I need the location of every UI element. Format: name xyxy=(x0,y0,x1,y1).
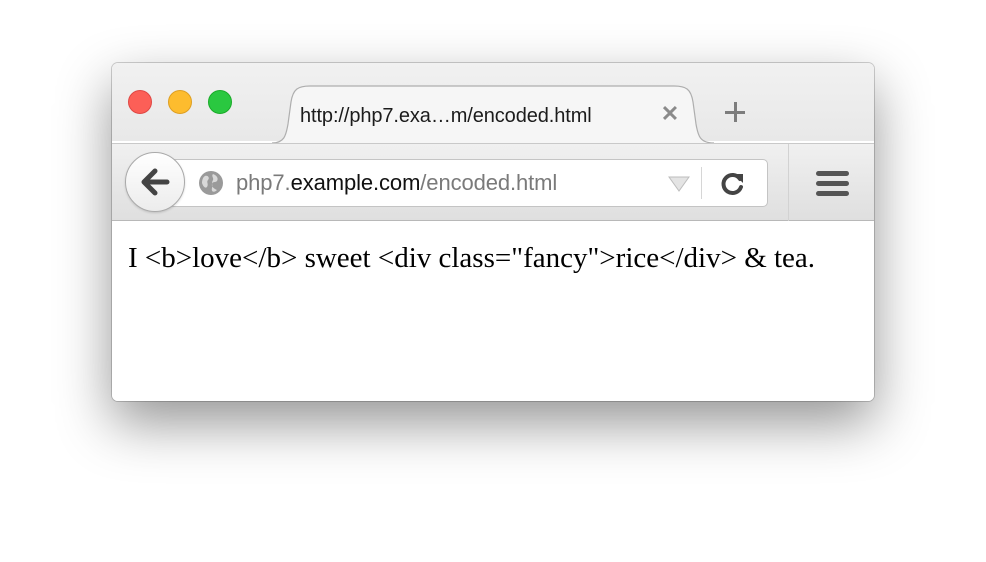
reload-icon[interactable] xyxy=(720,171,746,197)
url-domain: example.com xyxy=(290,170,421,195)
url-prefix: php7. xyxy=(236,170,291,195)
tab-active[interactable]: http://php7.exa…m/encoded.html ✕ xyxy=(272,84,714,144)
url-text[interactable]: php7.example.com/encoded.html xyxy=(236,170,557,196)
close-tab-icon[interactable]: ✕ xyxy=(658,102,682,126)
page-body-text: I <b>love</b> sweet <div class="fancy">r… xyxy=(128,242,816,274)
title-bar: http://php7.exa…m/encoded.html ✕ xyxy=(112,63,874,144)
dropdown-triangle-icon[interactable] xyxy=(668,176,690,192)
tab-title: http://php7.exa…m/encoded.html xyxy=(300,105,592,127)
url-path: /encoded.html xyxy=(420,170,558,195)
page-content: I <b>love</b> sweet <div class="fancy">r… xyxy=(112,221,874,401)
hamburger-menu-icon[interactable] xyxy=(816,170,850,198)
toolbar-divider xyxy=(788,144,789,221)
back-button[interactable] xyxy=(125,152,185,212)
close-window-button[interactable] xyxy=(128,90,152,114)
minimize-window-button[interactable] xyxy=(168,90,192,114)
globe-icon[interactable] xyxy=(198,170,224,196)
url-bar-divider xyxy=(701,167,702,199)
plus-icon[interactable] xyxy=(722,99,748,125)
browser-window: http://php7.exa…m/encoded.html ✕ php7.ex… xyxy=(112,63,874,401)
back-arrow-icon xyxy=(141,168,170,196)
navigation-toolbar: php7.example.com/encoded.html xyxy=(112,143,874,221)
zoom-window-button[interactable] xyxy=(208,90,232,114)
